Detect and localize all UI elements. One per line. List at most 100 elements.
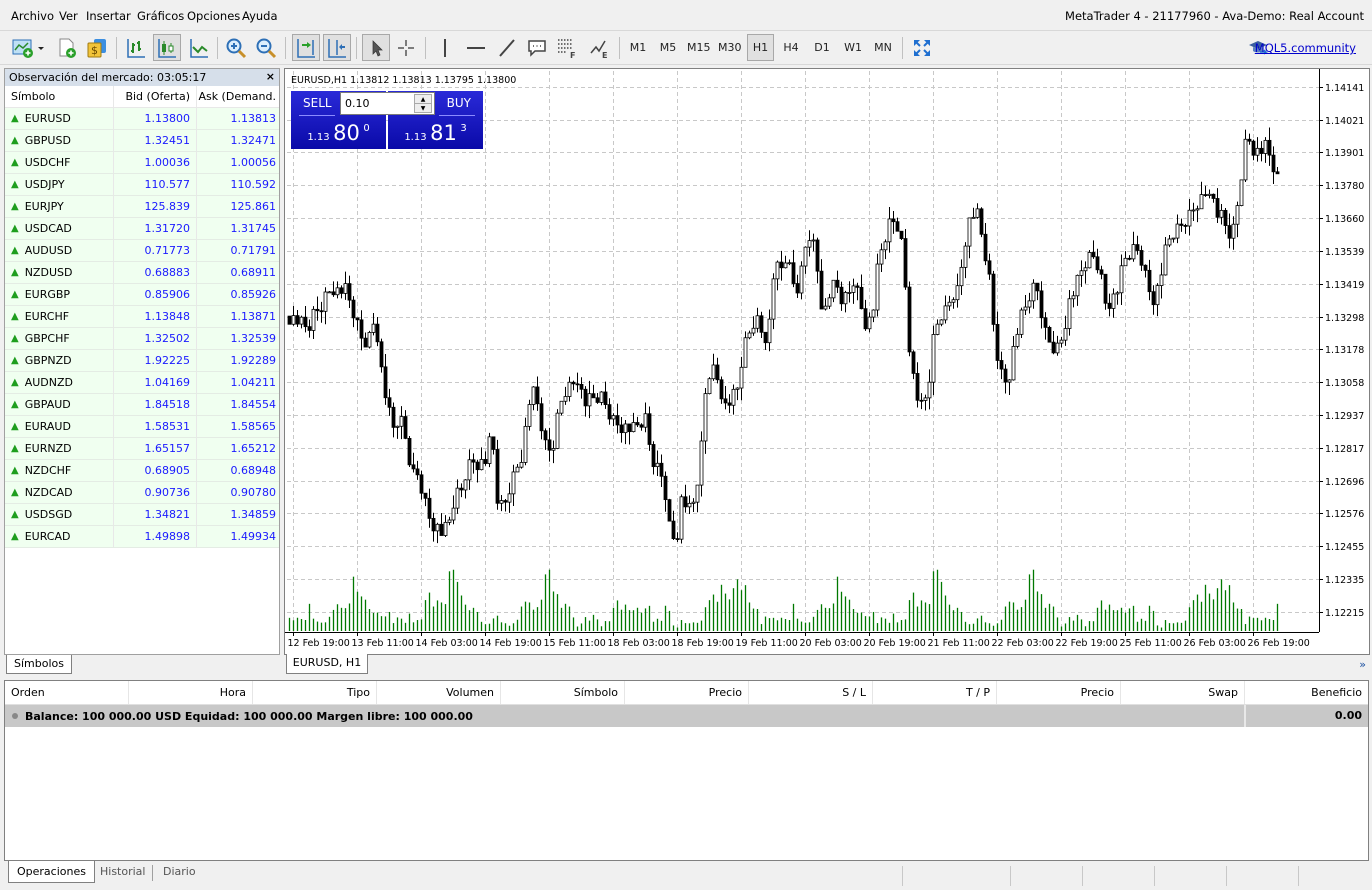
candle-bullish [923,397,928,401]
balance-row[interactable]: Balance: 100 000.00 USD Equidad: 100 000… [5,705,1368,727]
symbol-row[interactable]: ▲ EURNZD 1.65157 1.65212 [5,438,279,460]
candle-bearish [683,496,688,508]
symbol-row[interactable]: ▲ AUDNZD 1.04169 1.04211 [5,372,279,394]
new-chart-button[interactable] [9,34,47,61]
trendline-button[interactable] [493,34,521,61]
column-swap[interactable]: Swap [1121,681,1245,704]
symbol-row[interactable]: ▲ GBPNZD 1.92225 1.92289 [5,350,279,372]
horizontal-line-button[interactable] [462,34,490,61]
ask-price: 1.32539 [196,328,279,349]
symbol-row[interactable]: ▲ USDJPY 110.577 110.592 [5,174,279,196]
candle-bearish [571,381,576,385]
vertical-line-button[interactable] [431,34,459,61]
market-watch-button[interactable]: $ [83,34,111,61]
symbol-row[interactable]: ▲ EURAUD 1.58531 1.58565 [5,416,279,438]
column-symbol[interactable]: Símbolo [5,86,113,107]
symbol-row[interactable]: ▲ USDCAD 1.31720 1.31745 [5,218,279,240]
column-tipo[interactable]: Tipo [253,681,377,704]
column-ask[interactable]: Ask (Demand. [196,86,279,107]
column-hora[interactable]: Hora [129,681,253,704]
new-profile-button[interactable] [53,34,81,61]
symbol-row[interactable]: ▲ EURCAD 1.49898 1.49934 [5,526,279,548]
spin-down-icon[interactable]: ▼ [415,104,431,113]
symbol-row[interactable]: ▲ AUDUSD 0.71773 0.71791 [5,240,279,262]
zoom-in-button[interactable] [222,34,250,61]
timeframe-m1[interactable]: M1 [625,34,651,61]
candle-bullish [1055,342,1060,354]
cursor-button[interactable] [362,34,390,61]
column-orden[interactable]: Orden [5,681,129,704]
lot-size-stepper[interactable]: ▲ ▼ [414,94,432,113]
tab-simbolos[interactable]: Símbolos [6,655,72,674]
timeframe-h1[interactable]: H1 [747,34,774,61]
menu-insertar[interactable]: Insertar [86,9,131,23]
close-icon[interactable]: × [266,70,275,83]
candle-bearish [1247,138,1252,142]
tab-operaciones[interactable]: Operaciones [8,861,95,883]
arrow-up-icon: ▲ [11,311,19,322]
symbol-row[interactable]: ▲ GBPCHF 1.32502 1.32539 [5,328,279,350]
menu-ver[interactable]: Ver [59,9,78,23]
column-simbolo[interactable]: Símbolo [501,681,625,704]
symbol-row[interactable]: ▲ GBPUSD 1.32451 1.32471 [5,130,279,152]
column-sl[interactable]: S / L [749,681,873,704]
chart-tab-eurusd-h1[interactable]: EURUSD, H1 [286,654,368,674]
line-chart-button[interactable] [185,34,213,61]
timeframe-m30[interactable]: M30 [715,34,745,61]
lot-size-input[interactable]: 0.10 ▲ ▼ [340,92,435,115]
more-tabs-icon[interactable]: » [1359,658,1366,671]
elliott-button[interactable]: E [586,34,614,61]
candle-bullish [971,216,976,219]
menu-graficos[interactable]: Gráficos [137,9,184,23]
timeframe-d1[interactable]: D1 [809,34,835,61]
symbol-name: GBPUSD [24,134,71,147]
symbol-cell: ▲ EURCHF [5,306,113,327]
timeframe-mn[interactable]: MN [870,34,896,61]
column-precio-actual[interactable]: Precio [997,681,1121,704]
crosshair-button[interactable] [392,34,420,61]
price-chart[interactable]: 12 Feb 19:00 13 Feb 11:00 14 Feb 03:00 14 F… [285,69,1369,654]
chart-window[interactable]: 12 Feb 19:00 13 Feb 11:00 14 Feb 03:00 14 F… [284,68,1370,655]
candle-bearish [391,406,396,428]
timeframe-m5[interactable]: M5 [655,34,681,61]
column-precio[interactable]: Precio [625,681,749,704]
symbol-row[interactable]: ▲ EURGBP 0.85906 0.85926 [5,284,279,306]
column-tp[interactable]: T / P [873,681,997,704]
symbol-row[interactable]: ▲ EURCHF 1.13848 1.13871 [5,306,279,328]
timeframe-h4[interactable]: H4 [778,34,804,61]
zoom-out-button[interactable] [252,34,280,61]
column-beneficio[interactable]: Beneficio [1245,681,1368,704]
mql5-community-link[interactable]: MQL5.community [1255,41,1356,55]
spin-up-icon[interactable]: ▲ [415,95,431,104]
text-label-button[interactable] [523,34,551,61]
symbol-row[interactable]: ▲ NZDCAD 0.90736 0.90780 [5,482,279,504]
chart-shift-button[interactable] [323,34,351,61]
timeframe-w1[interactable]: W1 [840,34,866,61]
bar-chart-button[interactable] [122,34,150,61]
fibonacci-button[interactable]: F [553,34,581,61]
symbol-row[interactable]: ▲ USDSGD 1.34821 1.34859 [5,504,279,526]
candlestick-button[interactable] [153,34,181,61]
symbol-row[interactable]: ▲ EURUSD 1.13800 1.13813 [5,108,279,130]
symbol-row[interactable]: ▲ GBPAUD 1.84518 1.84554 [5,394,279,416]
tab-historial[interactable]: Historial [92,861,153,883]
tab-diario[interactable]: Diario [155,861,204,883]
timeframe-m15[interactable]: M15 [684,34,714,61]
candle-bearish [675,538,680,541]
candle-bearish [1215,198,1220,218]
column-bid[interactable]: Bid (Oferta) [113,86,196,107]
y-tick-label: 1.13780 [1325,181,1364,192]
auto-scroll-button[interactable] [292,34,320,61]
market-watch-panel: Observación del mercado: 03:05:17 × Símb… [4,68,280,655]
symbol-row[interactable]: ▲ USDCHF 1.00036 1.00056 [5,152,279,174]
column-volumen[interactable]: Volumen [377,681,501,704]
menu-archivo[interactable]: Archivo [11,9,54,23]
candle-bullish [1063,328,1068,341]
symbol-row[interactable]: ▲ EURJPY 125.839 125.861 [5,196,279,218]
fullscreen-button[interactable] [908,34,936,61]
symbol-row[interactable]: ▲ NZDCHF 0.68905 0.68948 [5,460,279,482]
symbol-row[interactable]: ▲ NZDUSD 0.68883 0.68911 [5,262,279,284]
candle-bullish [1019,309,1024,335]
menu-ayuda[interactable]: Ayuda [242,9,278,23]
menu-opciones[interactable]: Opciones [187,9,240,23]
